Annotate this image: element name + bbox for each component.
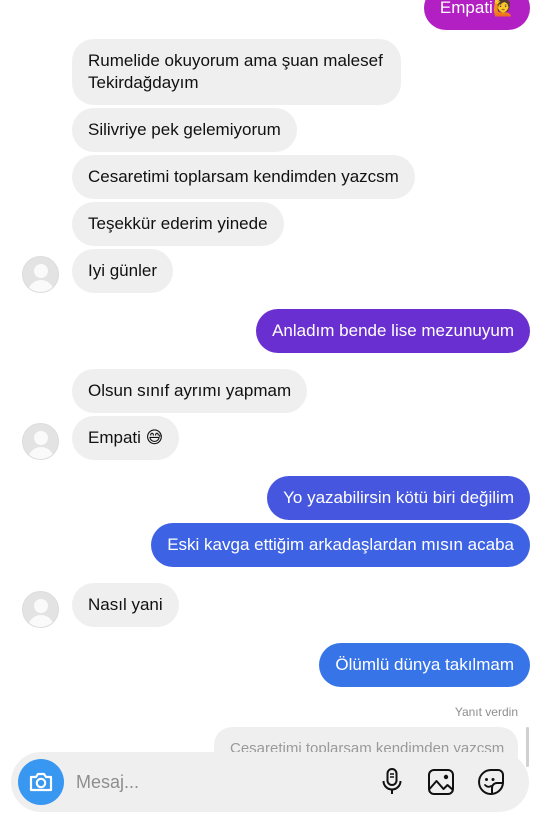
default-avatar-icon[interactable] [22, 591, 59, 628]
gallery-button[interactable] [426, 767, 456, 797]
microphone-icon [382, 768, 402, 794]
message-outgoing[interactable]: Empati🙋 [423, 0, 530, 30]
message-outgoing[interactable]: Eski kavga ettiğim arkadaşlardan mısın a… [151, 523, 530, 567]
message-incoming[interactable]: Nasıl yani [72, 583, 179, 627]
gallery-icon [428, 769, 454, 795]
reply-indicator-line [526, 727, 529, 767]
message-outgoing[interactable]: Anladım bende lise mezunuyum [256, 309, 530, 353]
message-input[interactable] [76, 770, 356, 794]
microphone-button[interactable] [377, 767, 407, 797]
camera-button[interactable] [18, 759, 64, 805]
message-incoming[interactable]: Teşekkür ederim yinede [72, 202, 284, 246]
message-incoming[interactable]: Cesaretimi toplarsam kendimden yazcsm [72, 155, 415, 199]
message-composer [11, 752, 529, 812]
message-incoming[interactable]: Empati 😅 [72, 416, 180, 460]
message-incoming[interactable]: Iyi günler [72, 249, 173, 293]
default-avatar-icon[interactable] [22, 423, 59, 460]
reply-status: Yanıt verdin [454, 705, 518, 719]
message-outgoing[interactable]: Ölümlü dünya takılmam [319, 643, 530, 687]
message-incoming[interactable]: Silivriye pek gelemiyorum [72, 108, 297, 152]
sticker-button[interactable] [476, 767, 506, 797]
message-outgoing[interactable]: Yo yazabilirsin kötü biri değilim [267, 476, 530, 520]
chat-thread: Empati🙋 Rumelide okuyorum ama şuan males… [0, 0, 540, 824]
default-avatar-icon[interactable] [22, 256, 59, 293]
message-incoming[interactable]: Olsun sınıf ayrımı yapmam [72, 369, 308, 413]
camera-icon [29, 772, 53, 792]
sticker-icon [478, 769, 504, 795]
message-incoming[interactable]: Rumelide okuyorum ama şuan malesef Tekir… [72, 39, 401, 105]
